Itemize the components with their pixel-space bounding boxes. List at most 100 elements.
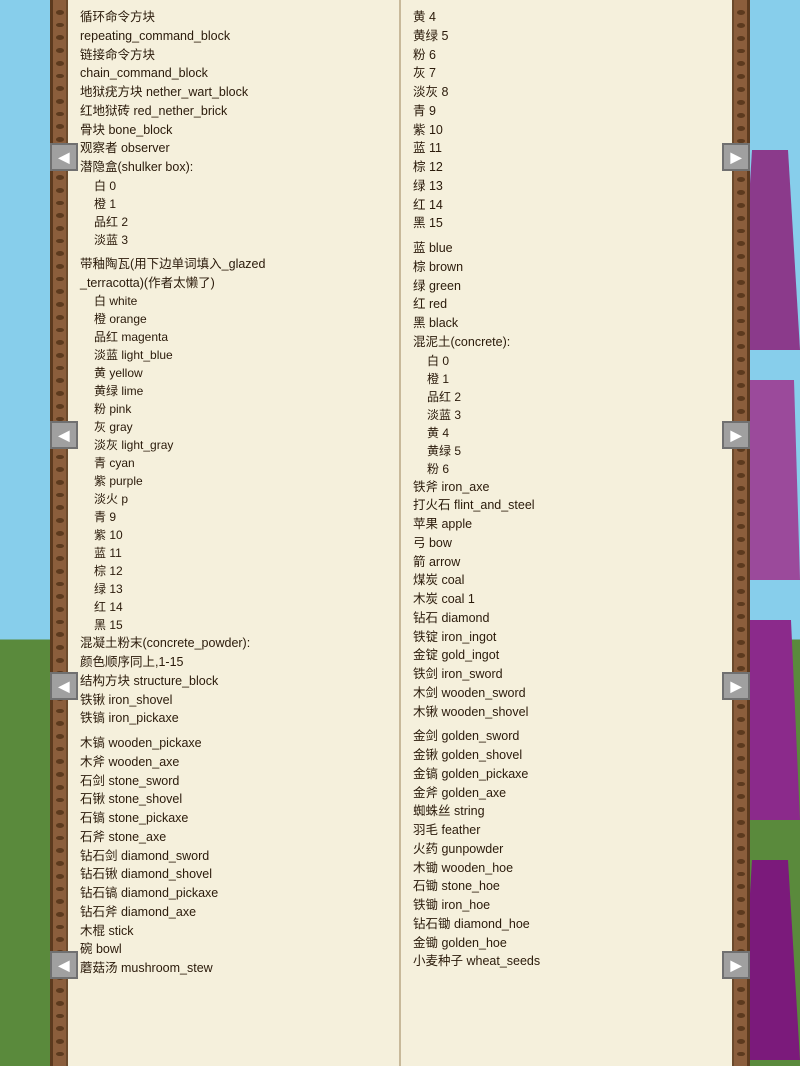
page-right: 黄 4黄绿 5粉 6灰 7淡灰 8青 9紫 10蓝 11棕 12绿 13红 14…	[401, 0, 732, 1066]
spine-dot	[737, 357, 745, 362]
spine-dot	[737, 499, 745, 504]
spine-dot	[56, 556, 64, 561]
left-page-line-52: 碗 bowl	[80, 940, 387, 959]
left-page-line-46: 石斧 stone_axe	[80, 828, 387, 847]
right-page-line-5: 青 9	[413, 102, 720, 121]
right-page-line-20: 橙 1	[413, 370, 720, 388]
spine-dot	[737, 653, 745, 658]
spine-dot	[737, 177, 745, 182]
spine-dot	[56, 772, 64, 777]
spine-dot	[56, 518, 64, 523]
book-pages: 循环命令方块repeating_command_block链接命令方块chain…	[68, 0, 732, 1066]
spine-dot	[56, 937, 64, 942]
right-page-line-0: 黄 4	[413, 8, 720, 27]
right-page-line-3: 灰 7	[413, 64, 720, 83]
right-page-line-40: 金剑 golden_sword	[413, 727, 720, 746]
left-page-line-51: 木棍 stick	[80, 922, 387, 941]
left-page-line-7: 观察者 observer	[80, 139, 387, 158]
spine-dot	[56, 404, 64, 409]
spine-dot	[56, 531, 64, 536]
spine-dot	[737, 923, 745, 928]
spine-dot	[56, 759, 64, 764]
spine-dot	[737, 576, 745, 581]
spine-dot	[737, 846, 745, 851]
left-page-line-36: 颜色顺序同上,1-15	[80, 653, 387, 672]
right-page-line-4: 淡灰 8	[413, 83, 720, 102]
right-page-line-19: 白 0	[413, 352, 720, 370]
spine-dot	[737, 100, 745, 105]
spine-dot	[737, 884, 745, 889]
left-page-line-37: 结构方块 structure_block	[80, 672, 387, 691]
spine-dot	[56, 810, 64, 815]
spine-dot	[56, 798, 64, 803]
prev-page-arrow-2[interactable]: ◀	[50, 421, 78, 449]
right-page-line-51: 金锄 golden_hoe	[413, 934, 720, 953]
spine-dot	[56, 1026, 64, 1031]
spine-dot	[56, 455, 64, 460]
spine-dot	[56, 175, 64, 180]
left-page-line-22: 粉 pink	[80, 400, 387, 418]
spine-dot	[737, 293, 745, 298]
spine-dot	[737, 563, 745, 568]
spine-dot	[56, 721, 64, 726]
spine-dot	[56, 137, 64, 142]
spine-dot	[56, 988, 64, 993]
spine-dot	[737, 280, 745, 285]
right-page-line-27: 打火石 flint_and_steel	[413, 496, 720, 515]
prev-page-arrow-3[interactable]: ◀	[50, 672, 78, 700]
right-page-line-23: 黄 4	[413, 424, 720, 442]
spine-dot	[737, 820, 745, 825]
next-page-arrow-2[interactable]: ▶	[722, 421, 750, 449]
left-page-line-5: 红地狱砖 red_nether_brick	[80, 102, 387, 121]
left-page-line-24: 淡灰 light_gray	[80, 436, 387, 454]
spine-dot	[737, 730, 745, 735]
right-page-line-9: 绿 13	[413, 177, 720, 196]
right-page-line-37: 木剑 wooden_sword	[413, 684, 720, 703]
left-page-line-9: 白 0	[80, 177, 387, 195]
spine-dot	[56, 23, 64, 28]
next-page-arrow-1[interactable]: ▶	[722, 143, 750, 171]
spine-dot	[56, 620, 64, 625]
spine-dot	[737, 1000, 745, 1005]
spine-dot	[56, 302, 64, 307]
left-page-line-18: 品红 magenta	[80, 328, 387, 346]
spine-dot	[56, 251, 64, 256]
spine-dot	[737, 36, 745, 41]
left-page-line-25: 青 cyan	[80, 454, 387, 472]
spine-dot	[56, 544, 64, 549]
prev-page-arrow-1[interactable]: ◀	[50, 143, 78, 171]
left-page-line-43: 石剑 stone_sword	[80, 772, 387, 791]
spine-dot	[56, 188, 64, 193]
left-page-line-27: 淡火 p	[80, 490, 387, 508]
right-page-line-28: 苹果 apple	[413, 515, 720, 534]
spine-dot	[737, 126, 745, 131]
spine-dot	[56, 353, 64, 358]
spine-dot	[56, 289, 64, 294]
left-page-line-16: 白 white	[80, 292, 387, 310]
spine-dot	[737, 550, 745, 555]
spine-dot	[737, 782, 745, 787]
spine-dot	[56, 480, 64, 485]
next-page-arrow-4[interactable]: ▶	[722, 951, 750, 979]
spine-dot	[56, 10, 64, 15]
spine-dot	[737, 794, 745, 799]
spine-dot	[56, 709, 64, 714]
left-page-line-38: 铁锹 iron_shovel	[80, 691, 387, 710]
spine-dot	[56, 61, 64, 66]
right-page-line-22: 淡蓝 3	[413, 406, 720, 424]
right-page-line-14: 棕 brown	[413, 258, 720, 277]
prev-page-arrow-4[interactable]: ◀	[50, 951, 78, 979]
spine-dot	[737, 704, 745, 709]
right-page-line-35: 金锭 gold_ingot	[413, 646, 720, 665]
left-page-line-6: 骨块 bone_block	[80, 121, 387, 140]
left-page-line-33: 红 14	[80, 598, 387, 616]
right-page-line-49: 铁锄 iron_hoe	[413, 896, 720, 915]
right-page-line-45: 羽毛 feather	[413, 821, 720, 840]
next-page-arrow-3[interactable]: ▶	[722, 672, 750, 700]
right-page-line-29: 弓 bow	[413, 534, 720, 553]
spine-dot	[737, 344, 745, 349]
right-page-line-26: 铁斧 iron_axe	[413, 478, 720, 497]
left-page-line-35: 混凝土粉末(concrete_powder):	[80, 634, 387, 653]
left-page-line-31: 棕 12	[80, 562, 387, 580]
right-page-line-36: 铁剑 iron_sword	[413, 665, 720, 684]
